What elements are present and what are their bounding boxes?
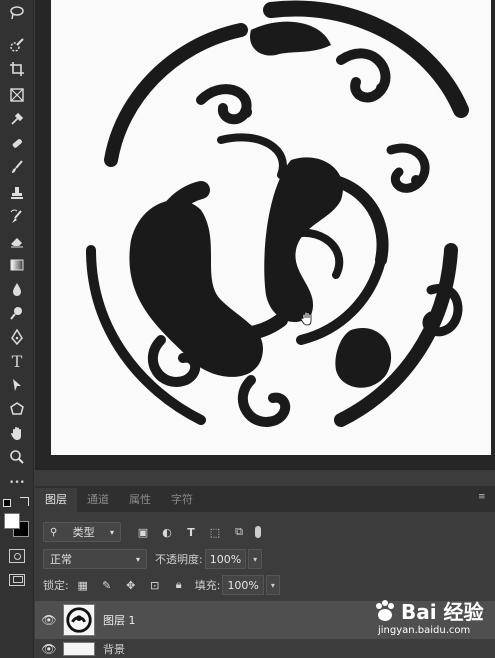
tab-layers[interactable]: 图层: [35, 488, 77, 512]
zoom-icon[interactable]: [5, 446, 29, 468]
fill-dropdown-icon[interactable]: ▾: [265, 575, 280, 595]
baidu-paw-icon: [376, 599, 394, 621]
blend-mode-select[interactable]: 正常 ▾: [43, 549, 147, 569]
opacity-dropdown-icon[interactable]: ▾: [248, 549, 263, 569]
more-icon[interactable]: •••: [5, 472, 29, 494]
document-canvas[interactable]: [51, 0, 491, 455]
adjustment-filter-icon[interactable]: ◐: [159, 524, 175, 540]
healing-brush-icon[interactable]: [5, 132, 29, 154]
crop-icon[interactable]: [5, 58, 29, 80]
quick-select-icon[interactable]: [5, 34, 29, 56]
pattern-artwork: [86, 0, 469, 427]
fill-input[interactable]: 100%: [222, 575, 264, 595]
eyedropper-icon[interactable]: [5, 108, 29, 130]
lock-all-icon[interactable]: 🔒︎: [171, 577, 187, 593]
smart-object-filter-icon[interactable]: ⧉: [231, 524, 247, 540]
layer-filter-select[interactable]: ⚲ 类型 ▾: [43, 522, 121, 542]
layer-thumbnail: [63, 604, 95, 636]
layer-name[interactable]: 图层 1: [103, 612, 136, 628]
chevron-down-icon: ▾: [109, 527, 114, 537]
tab-properties[interactable]: 属性: [119, 488, 161, 512]
pen-icon[interactable]: [5, 326, 29, 348]
tab-channels[interactable]: 通道: [77, 488, 119, 512]
visibility-eye-icon[interactable]: 👁︎: [35, 642, 63, 656]
shape-filter-icon[interactable]: ⬚: [207, 524, 223, 540]
shape-icon[interactable]: [5, 398, 29, 420]
blur-icon[interactable]: [5, 278, 29, 300]
history-brush-icon[interactable]: [5, 206, 29, 228]
lasso-icon[interactable]: [5, 2, 29, 24]
brush-icon[interactable]: [5, 156, 29, 178]
tools-panel: T •••: [0, 0, 34, 658]
layer-name[interactable]: 背景: [103, 641, 125, 657]
hand-icon[interactable]: [5, 422, 29, 444]
baidu-watermark: Bai 经验 jingyan.baidu.com: [372, 596, 492, 652]
visibility-eye-icon[interactable]: 👁︎: [35, 613, 63, 627]
lock-image-icon[interactable]: ✎: [99, 577, 115, 593]
type-icon[interactable]: T: [5, 350, 29, 372]
dodge-icon[interactable]: [5, 302, 29, 324]
swap-colors-icon[interactable]: [20, 497, 29, 506]
photoshop-window: T ••• 图层 通道 属性 字符 ≡ ⚲ 类型 ▾ ▣ ◐ T ⬚ ⧉ 正常 …: [0, 0, 495, 658]
lock-position-icon[interactable]: ✥: [123, 577, 139, 593]
canvas-area[interactable]: [35, 0, 495, 470]
opacity-input[interactable]: 100%: [204, 549, 247, 569]
panel-tabs: 图层 通道 属性 字符: [35, 486, 495, 512]
blend-mode-value: 正常: [50, 553, 72, 566]
stamp-icon[interactable]: [5, 182, 29, 204]
watermark-url: jingyan.baidu.com: [378, 625, 471, 636]
chevron-down-icon: ▾: [135, 554, 140, 564]
screen-mode-icon[interactable]: [9, 574, 25, 586]
opacity-label: 不透明度:: [155, 553, 203, 566]
layer-thumbnail: [63, 642, 95, 656]
hand-cursor-icon: [299, 310, 315, 326]
watermark-text: Bai 经验: [401, 600, 484, 624]
lock-transparent-icon[interactable]: ▦: [75, 577, 91, 593]
gradient-icon[interactable]: [5, 254, 29, 276]
eraser-icon[interactable]: [5, 230, 29, 252]
type-filter-icon[interactable]: T: [183, 524, 199, 540]
tab-character[interactable]: 字符: [161, 488, 203, 512]
lock-label: 锁定:: [43, 579, 69, 592]
panel-menu-icon[interactable]: ≡: [478, 492, 486, 502]
quick-mask-icon[interactable]: [9, 549, 25, 563]
image-filter-icon[interactable]: ▣: [135, 524, 151, 540]
foreground-color-swatch[interactable]: [4, 513, 20, 529]
layer-filter-label: 类型: [72, 526, 95, 539]
search-icon: ⚲: [50, 526, 58, 538]
default-colors-icon[interactable]: [3, 499, 11, 507]
fill-label: 填充:: [194, 579, 221, 592]
lock-artboard-icon[interactable]: ⊡: [147, 577, 163, 593]
path-select-icon[interactable]: [5, 374, 29, 396]
frame-icon[interactable]: [5, 84, 29, 106]
filter-toggle-icon[interactable]: [255, 526, 261, 538]
